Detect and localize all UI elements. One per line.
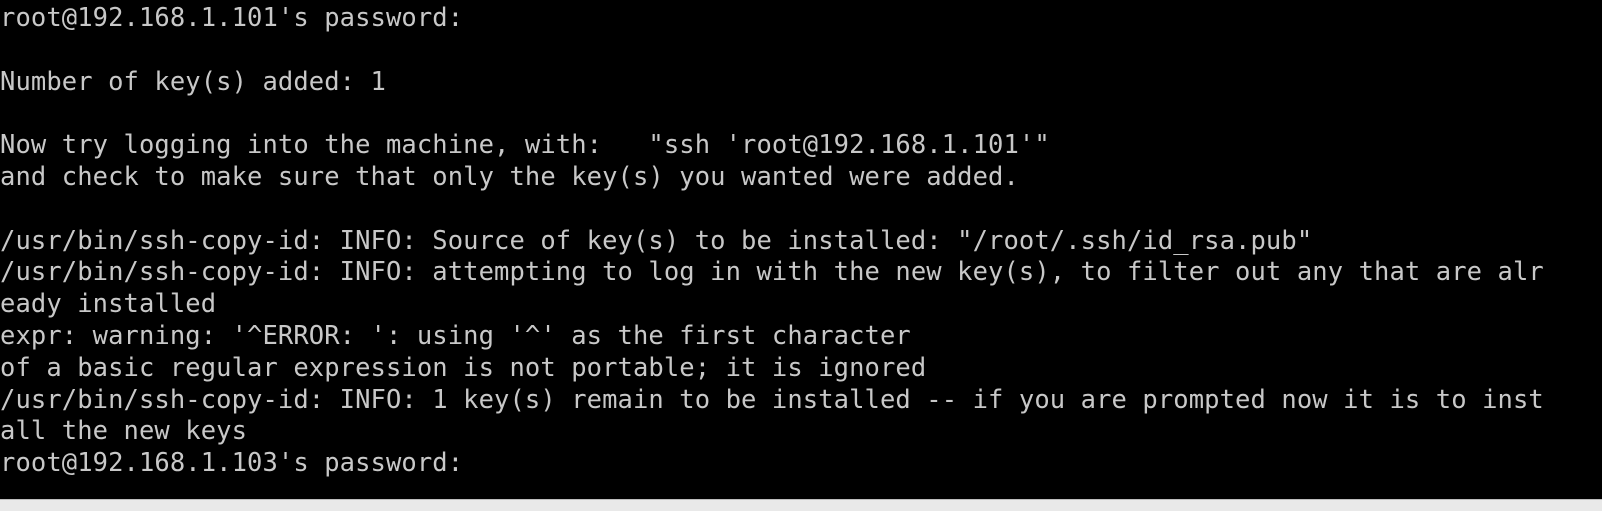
terminal-line-info-attempting: /usr/bin/ssh-copy-id: INFO: attempting t… (0, 257, 1544, 288)
terminal-line-info-remain: /usr/bin/ssh-copy-id: INFO: 1 key(s) rem… (0, 384, 1544, 415)
terminal-line-try-logging: Now try logging into the machine, with: … (0, 130, 1050, 161)
terminal-line-info-remain-wrap: all the new keys (0, 416, 248, 447)
window-bottom-border (0, 499, 1602, 511)
terminal-line-info-source: /usr/bin/ssh-copy-id: INFO: Source of ke… (0, 225, 1313, 256)
terminal-line-password-prompt-101: root@192.168.1.101's password: (0, 3, 464, 33)
terminal-line-password-prompt-103[interactable]: root@192.168.1.103's password: (0, 448, 1570, 480)
terminal-line-expr-warning-cont: of a basic regular expression is not por… (0, 352, 927, 383)
terminal-window[interactable]: root@192.168.1.101's password: Number of… (0, 0, 1602, 499)
terminal-line-expr-warning: expr: warning: '^ERROR: ': using '^' as … (0, 320, 911, 351)
terminal-line-info-attempting-wrap: eady installed (0, 289, 217, 320)
terminal-line-keys-added: Number of key(s) added: 1 (0, 66, 386, 97)
terminal-line-check-keys: and check to make sure that only the key… (0, 161, 1019, 192)
terminal-output: root@192.168.1.101's password: Number of… (0, 3, 1602, 480)
